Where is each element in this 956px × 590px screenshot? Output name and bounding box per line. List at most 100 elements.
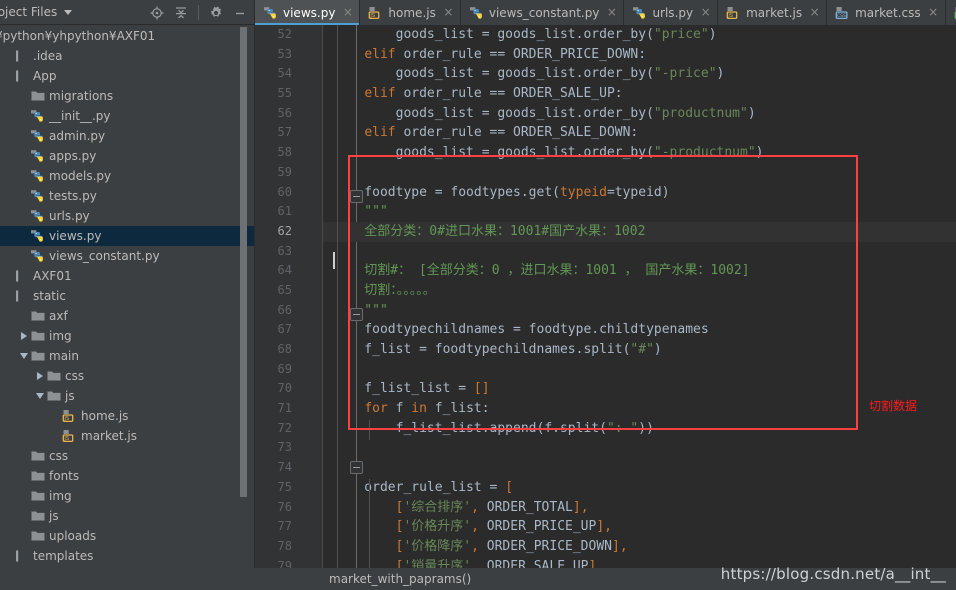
tree-item-models-py[interactable]: models.py: [0, 166, 255, 186]
tree-item-apps-py[interactable]: apps.py: [0, 146, 255, 166]
tree-item-axf[interactable]: axf: [0, 306, 255, 326]
line-number: 64: [277, 263, 292, 278]
pycharm-window: Project Files: [0, 0, 956, 590]
tree-item-label: App: [33, 69, 57, 83]
line-number: 77: [277, 519, 292, 534]
tab-market-js[interactable]: JS market.js ×: [718, 0, 828, 25]
tree-item-img[interactable]: img: [0, 486, 255, 506]
line-number: 71: [277, 401, 292, 416]
tree-item-migrations[interactable]: migrations: [0, 86, 255, 106]
tree-item-label: .idea: [33, 49, 63, 63]
code-line: goods_list = goods_list.order_by("-price…: [333, 66, 725, 82]
tree-arrow-spacer: [18, 146, 29, 166]
line-number: 61: [277, 204, 292, 219]
tree-item-market-js[interactable]: JS market.js: [0, 426, 255, 446]
module-icon: [13, 50, 30, 62]
line-number: 78: [277, 538, 292, 553]
code-text-area[interactable]: goods_list = goods_list.order_by("price"…: [323, 25, 956, 568]
tree-arrow-spacer: [18, 306, 29, 326]
close-icon[interactable]: ×: [809, 6, 820, 18]
code-line: foodtype = foodtypes.get(typeid=typeid): [333, 184, 670, 200]
tree-item-admin-py[interactable]: admin.py: [0, 126, 255, 146]
line-number: 54: [277, 66, 292, 81]
close-icon[interactable]: ×: [928, 6, 939, 18]
tree-item-views-py[interactable]: views.py: [0, 226, 255, 246]
tree-arrow-spacer: [2, 266, 13, 286]
tree-item-css[interactable]: css: [0, 446, 255, 466]
line-number-gutter: 52 53 54 55 56 57 58 59 60 61 62 63 64 65 66 67 68 69 70 71…: [255, 25, 300, 568]
line-number: 69: [277, 361, 292, 376]
tree-item-init-py[interactable]: __init__.py: [0, 106, 255, 126]
chevron-down-icon[interactable]: [18, 346, 29, 366]
gear-icon[interactable]: [205, 2, 227, 24]
project-scrollbar-thumb[interactable]: [240, 27, 247, 497]
tree-item-uploads[interactable]: uploads: [0, 526, 255, 546]
tab-label: market.css: [855, 5, 921, 20]
tree-item-python-yhpython-axf01[interactable]: ¥python¥yhpython¥AXF01: [0, 26, 255, 46]
close-icon[interactable]: ×: [606, 6, 617, 18]
tree-item-fonts[interactable]: fonts: [0, 466, 255, 486]
chevron-down-icon[interactable]: [64, 9, 73, 15]
editor-tab-bar[interactable]: views.py × JS home.js × views_constant.py × url…: [255, 0, 956, 25]
tree-arrow-spacer: [2, 66, 13, 86]
tree-item-js[interactable]: js: [0, 506, 255, 526]
tree-item-urls-py[interactable]: urls.py: [0, 206, 255, 226]
python-file-icon: [29, 109, 46, 123]
folder-icon: [45, 390, 62, 402]
tab-market-ht[interactable]: Hmarket.ht: [946, 0, 956, 25]
tree-item-css[interactable]: css: [0, 366, 255, 386]
module-icon: [13, 70, 30, 82]
code-editor[interactable]: 52 53 54 55 56 57 58 59 60 61 62 63 64 65 66 67 68 69 70 71…: [255, 25, 956, 568]
tree-item-static[interactable]: static: [0, 286, 255, 306]
minimize-icon[interactable]: [229, 2, 251, 24]
code-line: f_list_list.append(f.split(": ")): [333, 420, 654, 436]
tab-views-constant-py[interactable]: views_constant.py ×: [461, 0, 625, 25]
tab-views-py[interactable]: views.py ×: [255, 0, 361, 25]
code-line: ['价格升序', ORDER_PRICE_UP],: [395, 519, 612, 535]
project-scrollbar-track[interactable]: [240, 25, 247, 590]
close-icon[interactable]: ×: [700, 6, 711, 18]
code-line: foodtypechildnames = foodtype.childtypen…: [333, 322, 709, 338]
line-number: 74: [277, 460, 292, 475]
tree-item-axf01[interactable]: AXF01: [0, 266, 255, 286]
code-line: ['综合排序', ORDER_TOTAL],: [395, 499, 589, 515]
folder-icon: [29, 350, 46, 362]
indent-guide: [369, 420, 370, 440]
line-number: 59: [277, 164, 292, 179]
line-number: 73: [277, 440, 292, 455]
tab-home-js[interactable]: JS home.js ×: [360, 0, 461, 25]
tree-item-js[interactable]: js: [0, 386, 255, 406]
tab-market-css[interactable]: CSS market.css ×: [827, 0, 946, 25]
fold-gutter[interactable]: [300, 25, 363, 568]
close-icon[interactable]: ×: [342, 6, 353, 18]
svg-text:CSS: CSS: [837, 13, 846, 19]
breadcrumb[interactable]: market_with_paprams(): [329, 572, 471, 586]
chevron-down-icon[interactable]: [34, 386, 45, 406]
tab-urls-py[interactable]: urls.py ×: [624, 0, 719, 25]
tree-item-label: home.js: [81, 409, 129, 423]
python-file-icon: [29, 209, 46, 223]
tree-item-label: apps.py: [49, 149, 97, 163]
tree-item-views-constant-py[interactable]: views_constant.py: [0, 246, 255, 266]
project-panel-title: Project Files: [0, 5, 58, 19]
collapse-all-icon[interactable]: [170, 2, 192, 24]
tree-item-templates[interactable]: templates: [0, 546, 255, 566]
chevron-right-icon[interactable]: [34, 366, 45, 386]
project-file-tree[interactable]: ¥python¥yhpython¥AXF01 .idea App migrations…: [0, 25, 255, 590]
tree-item-label: migrations: [49, 89, 114, 103]
tree-item-home-js[interactable]: JS home.js: [0, 406, 255, 426]
project-files-panel: Project Files: [0, 0, 255, 590]
tree-item-img[interactable]: img: [0, 326, 255, 346]
tree-item-app[interactable]: App: [0, 66, 255, 86]
bottom-left-strip: [0, 568, 255, 590]
folder-icon: [29, 490, 46, 502]
chevron-right-icon[interactable]: [18, 326, 29, 346]
tree-item-main[interactable]: main: [0, 346, 255, 366]
tree-item-idea[interactable]: .idea: [0, 46, 255, 66]
close-icon[interactable]: ×: [443, 6, 454, 18]
tree-arrow-spacer: [18, 86, 29, 106]
tree-item-tests-py[interactable]: tests.py: [0, 186, 255, 206]
locate-target-icon[interactable]: [146, 2, 168, 24]
